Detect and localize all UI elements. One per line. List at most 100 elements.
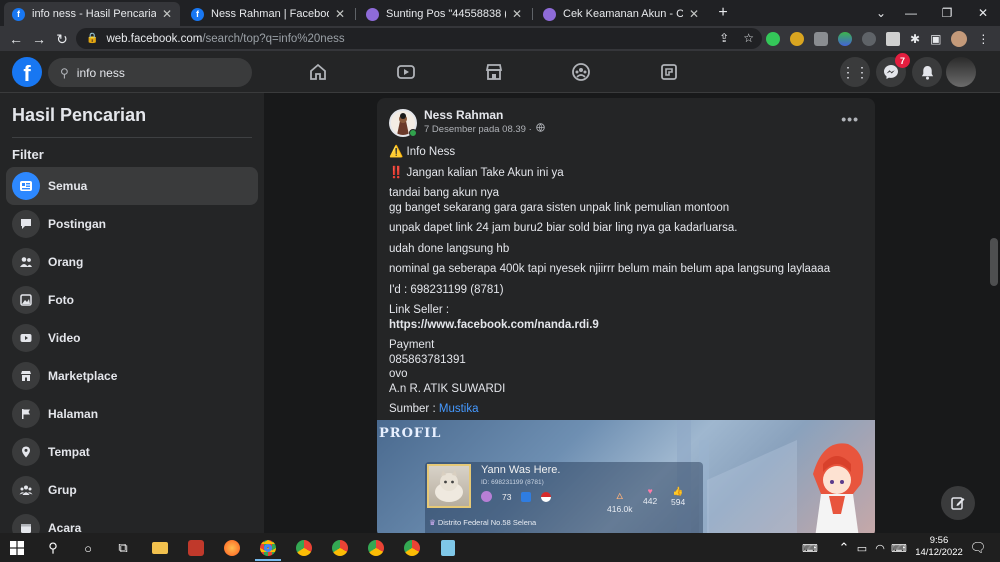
filter-item-video[interactable]: Video [6, 319, 258, 357]
filter-item-halaman[interactable]: Halaman [6, 395, 258, 433]
search-icon[interactable]: ⚲ [43, 538, 63, 558]
post-text: ⚠️ Info Ness ‼️ Jangan kalian Take Akun … [389, 143, 859, 417]
extension-shield-icon[interactable] [814, 32, 828, 46]
notification-center-icon[interactable]: 🗨 [968, 538, 988, 558]
profile-card: Yann Was Here. ID: 698231199 (8781) 73 ♛… [425, 462, 703, 533]
clock-date: 14/12/2022 [915, 547, 963, 558]
profile-avatar-icon[interactable] [951, 31, 968, 47]
notepad-icon[interactable] [438, 538, 458, 558]
browser-tab-2[interactable]: Sunting Pos "44558838 (Akun Be ✕ [358, 2, 530, 26]
menu-kebab-icon[interactable]: ⋮ [977, 32, 989, 46]
extension-gray-icon[interactable] [862, 32, 876, 46]
input-indicator-icon[interactable]: ⌨ [889, 538, 909, 558]
cortana-icon[interactable]: ○ [78, 538, 98, 558]
extension-yellow-icon[interactable] [790, 32, 804, 46]
page-scrollbar[interactable] [988, 93, 1000, 533]
stat-charisma: ♥ 442 [643, 486, 657, 506]
filter-item-postingan[interactable]: Postingan [6, 205, 258, 243]
browser-tab-1[interactable]: f Ness Rahman | Facebook ✕ [183, 2, 353, 26]
sidepanel-icon[interactable]: ▣ [930, 32, 941, 46]
taskbar-clock[interactable]: 9:56 14/12/2022 [914, 535, 964, 559]
minimize-icon[interactable]: — [894, 0, 928, 26]
post-line: Info Ness [406, 146, 456, 158]
rank-badge-icon [521, 491, 532, 502]
game-level: 73 [502, 491, 512, 502]
browser-tab-3[interactable]: Cek Keamanan Akun - CekAkun.c ✕ [535, 2, 707, 26]
bookmark-star-icon[interactable]: ☆ [743, 31, 754, 45]
compose-icon [951, 497, 965, 510]
tab-close-icon[interactable]: ✕ [512, 7, 522, 21]
filter-item-foto[interactable]: Foto [6, 281, 258, 319]
home-icon[interactable] [305, 59, 331, 85]
filter-item-grup[interactable]: Grup [6, 471, 258, 509]
store-icon [12, 362, 40, 390]
new-tab-button[interactable]: + [706, 0, 740, 26]
wifi-icon[interactable]: ◠ [870, 538, 890, 558]
search-results-feed: Ness Rahman 7 Desember pada 08.39 · ••• … [264, 93, 988, 533]
feed-icon [12, 172, 40, 200]
extension-green-icon[interactable] [766, 32, 780, 46]
filter-item-semua[interactable]: Semua [6, 167, 258, 205]
seller-link[interactable]: https://www.facebook.com/nanda.rdi.9 [389, 318, 859, 333]
post-timestamp[interactable]: 7 Desember pada 08.39 · [424, 124, 532, 135]
chrome-icon[interactable] [366, 538, 386, 558]
notifications-bell-icon[interactable] [912, 57, 942, 87]
network-icon[interactable]: ▭ [852, 538, 872, 558]
post-line: 085863781391 [389, 353, 466, 366]
scrollbar-thumb[interactable] [990, 238, 998, 286]
browser-tab-0[interactable]: f info ness - Hasil Pencarian | Facet ✕ [4, 2, 180, 26]
site-favicon-icon [366, 7, 379, 21]
facebook-search-input[interactable]: ⚲ info ness [48, 58, 252, 87]
tab-search-chevron-icon[interactable]: ⌄ [864, 0, 898, 26]
windows-start-icon[interactable] [7, 538, 27, 558]
chrome-icon[interactable] [294, 538, 314, 558]
tray-chevron-up-icon[interactable]: ⌃ [834, 538, 854, 558]
restore-icon[interactable]: ❐ [930, 0, 964, 26]
back-arrow-icon[interactable]: ← [6, 29, 26, 49]
keyboard-layout-icon[interactable]: ⌨ [800, 538, 820, 558]
tab-close-icon[interactable]: ✕ [335, 7, 345, 21]
search-filter-sidebar: Hasil Pencarian Filter Semua Postingan O… [0, 93, 264, 533]
chrome-icon[interactable] [330, 538, 350, 558]
extension-white-icon[interactable] [886, 32, 900, 46]
messenger-icon[interactable]: 7 [876, 53, 910, 87]
watch-icon[interactable] [393, 59, 419, 85]
firefox-icon[interactable] [222, 538, 242, 558]
facebook-favicon-icon: f [191, 7, 204, 21]
forward-arrow-icon[interactable]: → [29, 29, 49, 49]
file-explorer-icon[interactable] [150, 538, 170, 558]
reload-icon[interactable]: ↻ [52, 29, 72, 49]
facebook-logo-icon[interactable]: f [12, 57, 42, 87]
menu-grid-icon[interactable]: ⋮⋮ [840, 57, 870, 87]
video-icon [12, 324, 40, 352]
browser-tab-strip: f info ness - Hasil Pencarian | Facet ✕ … [0, 0, 1000, 26]
marketplace-icon[interactable] [481, 59, 507, 85]
puzzle-extensions-icon[interactable]: ✱ [910, 32, 920, 46]
post-image[interactable]: PROFIL Yann Was Here. ID: 698231199 (878… [377, 420, 875, 533]
tab-close-icon[interactable]: ✕ [689, 7, 699, 21]
address-bar[interactable]: 🔒 web.facebook.com/search/top?q=info%20n… [76, 28, 762, 49]
chrome-icon[interactable] [402, 538, 422, 558]
profil-label: PROFIL [379, 426, 442, 441]
filter-item-acara[interactable]: Acara [6, 509, 258, 533]
close-window-icon[interactable]: ✕ [966, 0, 1000, 26]
account-avatar[interactable] [946, 57, 976, 87]
extensions-bar: ✱ ▣ ⋮ [766, 31, 989, 47]
game-app-icon[interactable] [186, 538, 206, 558]
chrome-icon[interactable] [258, 538, 278, 558]
filter-item-orang[interactable]: Orang [6, 243, 258, 281]
filter-item-marketplace[interactable]: Marketplace [6, 357, 258, 395]
extension-colorful-icon[interactable] [838, 32, 852, 46]
tab-close-icon[interactable]: ✕ [162, 7, 172, 21]
share-icon[interactable]: ⇪ [719, 31, 729, 45]
gaming-icon[interactable] [656, 59, 682, 85]
groups-icon[interactable] [568, 59, 594, 85]
source-link[interactable]: Mustika [439, 403, 479, 415]
task-view-icon[interactable]: ⧉ [113, 538, 133, 558]
post-options-icon[interactable]: ••• [841, 111, 859, 127]
new-message-compose-button[interactable] [941, 486, 975, 520]
post-line: Sumber : [389, 403, 436, 415]
filter-item-label: Grup [48, 483, 77, 497]
filter-item-tempat[interactable]: Tempat [6, 433, 258, 471]
post-author-name[interactable]: Ness Rahman [424, 108, 503, 122]
